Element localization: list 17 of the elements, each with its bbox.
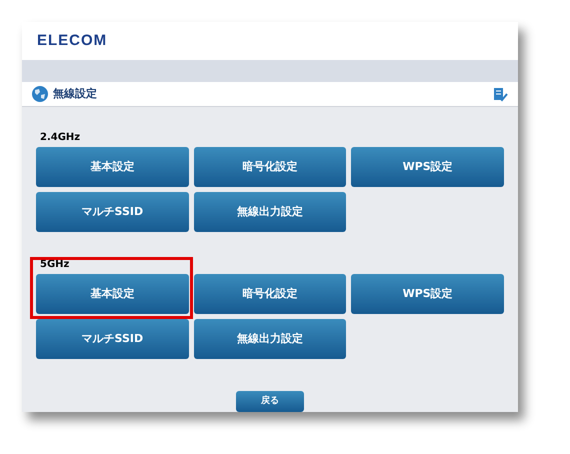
settings-button[interactable]: WPS設定: [351, 274, 504, 314]
checklist-icon[interactable]: [493, 86, 508, 102]
settings-button[interactable]: 暗号化設定: [194, 147, 346, 187]
settings-button[interactable]: 暗号化設定: [194, 274, 346, 314]
brand-logo: ELECOM: [37, 30, 108, 51]
page-title: 無線設定: [53, 86, 97, 102]
settings-button[interactable]: 無線出力設定: [194, 192, 346, 232]
settings-button[interactable]: 基本設定: [36, 274, 189, 314]
settings-button[interactable]: 基本設定: [36, 147, 189, 187]
globe-icon: [32, 86, 48, 102]
settings-button[interactable]: WPS設定: [351, 147, 504, 187]
settings-button[interactable]: マルチSSID: [36, 192, 189, 232]
settings-button[interactable]: 無線出力設定: [194, 319, 346, 359]
back-button[interactable]: 戻る: [236, 391, 304, 412]
band-label: 2.4GHz: [40, 132, 82, 144]
settings-button[interactable]: マルチSSID: [36, 319, 189, 359]
band-label: 5GHz: [40, 259, 70, 271]
